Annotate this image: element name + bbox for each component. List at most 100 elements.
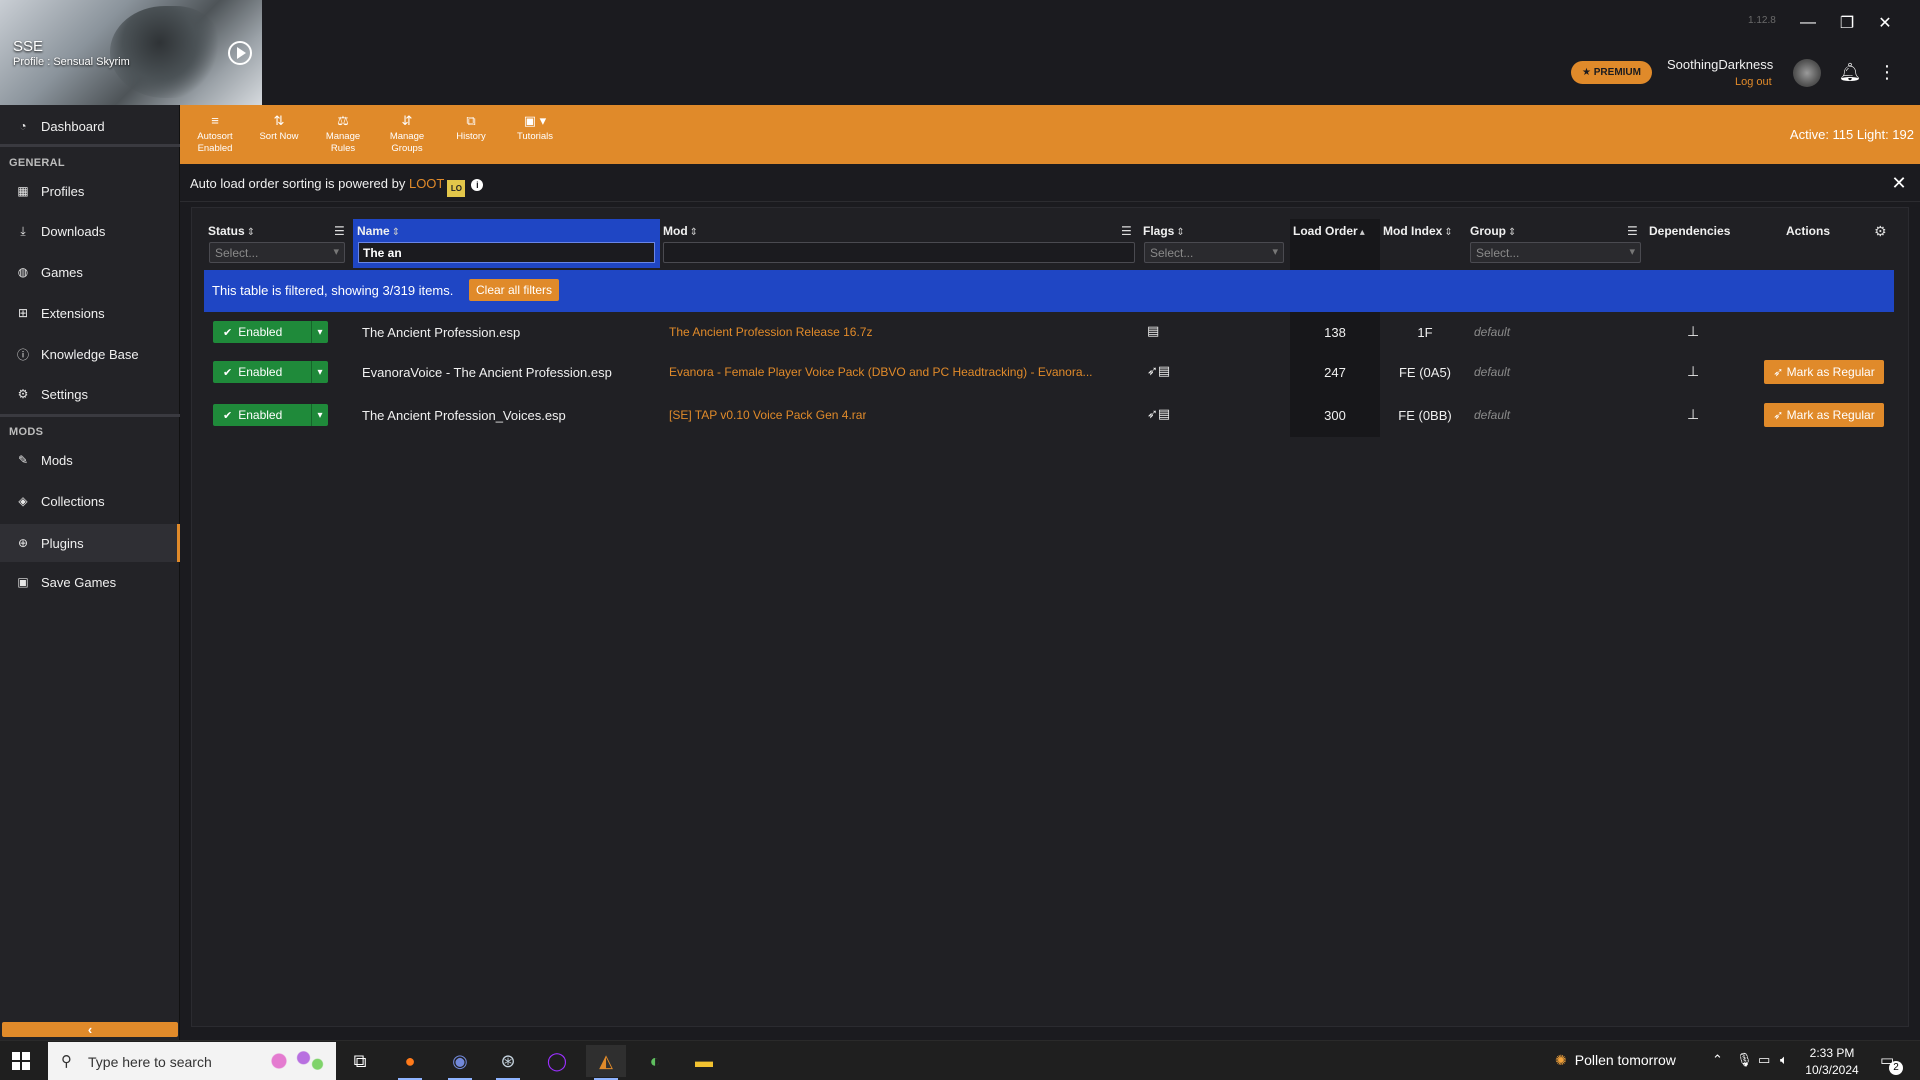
- status-filter-select[interactable]: Select...: [209, 242, 345, 263]
- file-explorer-icon[interactable]: ▬: [684, 1045, 724, 1077]
- gear-icon[interactable]: ⚙: [1874, 223, 1887, 240]
- firefox-icon[interactable]: ●: [390, 1045, 430, 1080]
- chevron-down-icon[interactable]: ▾: [311, 321, 328, 343]
- header-mod[interactable]: Mod ⇕: [663, 224, 698, 238]
- flags-filter-select[interactable]: Select...: [1144, 242, 1284, 263]
- autosort-button[interactable]: ≡ Autosort Enabled: [184, 113, 246, 159]
- sidebar-item-settings[interactable]: ⚙ Settings: [0, 376, 180, 412]
- dependencies-icon[interactable]: ⊥: [1687, 363, 1699, 380]
- sidebar-item-downloads[interactable]: ⤓ Downloads: [0, 213, 180, 249]
- sort-now-button[interactable]: ⇅ Sort Now: [248, 113, 310, 159]
- app-icon[interactable]: ◐: [635, 1045, 675, 1077]
- sidebar-item-dashboard[interactable]: ◔ Dashboard: [0, 108, 180, 144]
- sidebar-item-games[interactable]: ◍ Games: [0, 254, 180, 290]
- sidebar-item-extensions[interactable]: ⊞ Extensions: [0, 295, 180, 331]
- header-mod-index[interactable]: Mod Index ⇕: [1383, 224, 1453, 238]
- table-row[interactable]: ✔ Enabled ▾ The Ancient Profession_Voices…: [204, 396, 1894, 434]
- status-toggle[interactable]: ✔ Enabled: [213, 361, 311, 383]
- status-enabled-button[interactable]: ✔ Enabled ▾: [213, 404, 328, 426]
- premium-badge[interactable]: ★ PREMIUM: [1571, 61, 1652, 84]
- chevron-down-icon[interactable]: ▾: [311, 361, 328, 383]
- mod-link[interactable]: [SE] TAP v0.10 Voice Pack Gen 4.rar: [669, 408, 866, 422]
- mod-index-value: FE (0BB): [1398, 408, 1452, 423]
- sidebar-item-mods[interactable]: ✎ Mods: [0, 442, 180, 478]
- steam-icon[interactable]: ⊛: [488, 1045, 528, 1080]
- tutorials-button[interactable]: ▣ ▾ Tutorials: [504, 113, 566, 159]
- windows-start-button[interactable]: [12, 1052, 30, 1070]
- sidebar-item-profiles[interactable]: ▦ Profiles: [0, 173, 180, 209]
- status-toggle[interactable]: ✔ Enabled: [213, 321, 311, 343]
- avatar[interactable]: [1793, 59, 1821, 87]
- load-order-value: 247: [1324, 365, 1346, 380]
- sidebar-item-knowledge-base[interactable]: ⓘ Knowledge Base: [0, 336, 180, 372]
- header-name[interactable]: Name ⇕: [357, 224, 400, 238]
- status-toggle[interactable]: ✔ Enabled: [213, 404, 311, 426]
- button-label: Manage: [389, 131, 425, 142]
- minimize-button[interactable]: —: [1797, 13, 1819, 33]
- sidebar-item-label: Games: [41, 264, 83, 280]
- restore-button[interactable]: ❐: [1836, 13, 1858, 33]
- column-options-icon[interactable]: ☰: [334, 224, 348, 238]
- taskbar-clock[interactable]: 2:33 PM 10/3/2024: [1800, 1045, 1864, 1079]
- vortex-icon[interactable]: ◭: [586, 1045, 626, 1080]
- group-value[interactable]: default: [1474, 408, 1510, 422]
- column-options-icon[interactable]: ☰: [1627, 224, 1641, 238]
- header-flags[interactable]: Flags ⇕: [1143, 224, 1185, 238]
- group-value[interactable]: default: [1474, 365, 1510, 379]
- name-filter-input[interactable]: The an: [358, 242, 655, 263]
- more-options-icon[interactable]: ⋮: [1878, 60, 1896, 84]
- load-order-value: 138: [1324, 325, 1346, 340]
- game-banner[interactable]: SSE Profile : Sensual Skyrim: [0, 0, 262, 105]
- clear-filters-button[interactable]: Clear all filters: [469, 279, 560, 301]
- play-icon[interactable]: [228, 41, 252, 65]
- loot-link[interactable]: LOOT: [409, 176, 444, 191]
- column-options-icon[interactable]: ☰: [1121, 224, 1135, 238]
- manage-groups-button[interactable]: ⇵ Manage Groups: [376, 113, 438, 159]
- microphone-icon[interactable]: 🎙︎: [1736, 1052, 1753, 1068]
- taskbar-search-input[interactable]: ⚲ Type here to search: [48, 1042, 336, 1080]
- network-icon[interactable]: ▭: [1758, 1052, 1770, 1068]
- info-circle-icon: ⓘ: [16, 347, 29, 362]
- dependencies-icon[interactable]: ⊥: [1687, 323, 1699, 340]
- close-info-button[interactable]: ✕: [1890, 173, 1908, 193]
- mod-link[interactable]: Evanora - Female Player Voice Pack (DBVO…: [669, 365, 1093, 379]
- mod-link[interactable]: The Ancient Profession Release 16.7z: [669, 325, 872, 339]
- bell-icon[interactable]: 🔔︎: [1839, 61, 1862, 83]
- table-row[interactable]: ✔ Enabled ▾ EvanoraVoice - The Ancient Pr…: [204, 353, 1894, 391]
- status-enabled-button[interactable]: ✔ Enabled ▾: [213, 321, 328, 343]
- info-icon[interactable]: i: [471, 179, 484, 191]
- clock-time: 2:33 PM: [1809, 1046, 1855, 1060]
- dependencies-icon[interactable]: ⊥: [1687, 406, 1699, 423]
- discord-icon[interactable]: ◉: [440, 1045, 480, 1080]
- mark-as-regular-button[interactable]: ➶ Mark as Regular: [1764, 403, 1884, 427]
- header-group[interactable]: Group ⇕: [1470, 224, 1516, 238]
- cortana-icon[interactable]: ◯: [537, 1045, 577, 1077]
- sidebar-collapse-button[interactable]: ‹: [2, 1022, 178, 1037]
- chevron-down-icon[interactable]: ▾: [311, 404, 328, 426]
- sidebar-item-save-games[interactable]: ▣ Save Games: [0, 564, 180, 600]
- mark-as-regular-button[interactable]: ➶ Mark as Regular: [1764, 360, 1884, 384]
- weather-widget[interactable]: ✺ Pollen tomorrow: [1555, 1052, 1676, 1069]
- sidebar-item-collections[interactable]: ◈ Collections: [0, 483, 180, 519]
- task-view-icon[interactable]: ⧉: [340, 1045, 380, 1077]
- table-row[interactable]: ✔ Enabled ▾ The Ancient Profession.esp Th…: [204, 313, 1894, 351]
- mod-filter-input[interactable]: [663, 242, 1135, 263]
- manage-rules-button[interactable]: ⚖ Manage Rules: [312, 113, 374, 159]
- status-enabled-button[interactable]: ✔ Enabled ▾: [213, 361, 328, 383]
- header-load-order[interactable]: Load Order ▴: [1293, 224, 1365, 238]
- button-label: Tutorials: [516, 131, 554, 142]
- volume-icon[interactable]: 🔈︎: [1780, 1052, 1788, 1068]
- group-filter-select[interactable]: Select...: [1470, 242, 1641, 263]
- status-label: Enabled: [238, 408, 283, 422]
- button-label: Groups: [391, 143, 423, 154]
- chevron-up-icon[interactable]: ⌃: [1712, 1052, 1723, 1068]
- sidebar-item-plugins[interactable]: ⊕ Plugins: [0, 524, 180, 562]
- logout-link[interactable]: Log out: [1735, 76, 1772, 88]
- sidebar-item-label: Save Games: [41, 574, 117, 590]
- sort-icon: ⇕: [391, 227, 401, 238]
- group-value[interactable]: default: [1474, 325, 1510, 339]
- header-status[interactable]: Status ⇕: [208, 224, 255, 238]
- close-window-button[interactable]: ✕: [1874, 13, 1896, 33]
- history-button[interactable]: ⧉ History: [440, 113, 502, 159]
- sidebar-item-label: Extensions: [41, 305, 105, 321]
